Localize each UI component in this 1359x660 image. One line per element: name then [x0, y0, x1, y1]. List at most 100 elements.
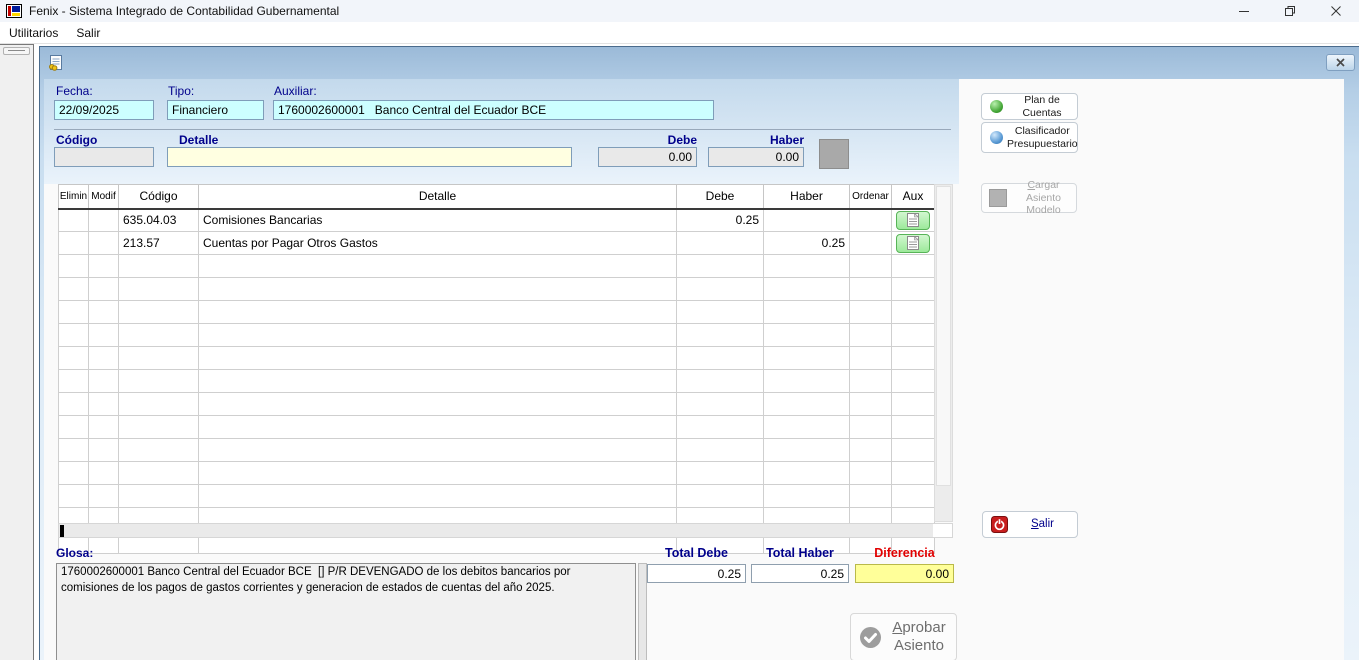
cell-detalle[interactable] — [199, 278, 677, 301]
cell-elimin[interactable] — [59, 485, 89, 508]
cell-debe[interactable] — [677, 416, 764, 439]
cell-ordenar[interactable] — [850, 462, 892, 485]
cell-ordenar[interactable] — [850, 439, 892, 462]
aprobar-asiento-button[interactable]: Aprobar Asiento — [850, 613, 957, 660]
cell-ordenar[interactable] — [850, 278, 892, 301]
add-entry-button[interactable] — [819, 139, 849, 169]
cell-haber[interactable]: 0.25 — [764, 232, 850, 255]
cell-codigo[interactable] — [119, 370, 199, 393]
cell-ordenar[interactable] — [850, 255, 892, 278]
cell-modif[interactable] — [89, 370, 119, 393]
cell-modif[interactable] — [89, 347, 119, 370]
cell-ordenar[interactable] — [850, 485, 892, 508]
header-aux[interactable]: Aux — [892, 185, 935, 209]
cell-haber[interactable] — [764, 347, 850, 370]
cell-modif[interactable] — [89, 324, 119, 347]
cell-haber[interactable] — [764, 439, 850, 462]
cell-codigo[interactable]: 213.57 — [119, 232, 199, 255]
cell-aux[interactable] — [892, 393, 935, 416]
cell-debe[interactable] — [677, 462, 764, 485]
cell-modif[interactable] — [89, 485, 119, 508]
cell-ordenar[interactable] — [850, 324, 892, 347]
header-codigo[interactable]: Código — [119, 185, 199, 209]
cell-ordenar[interactable] — [850, 209, 892, 232]
cell-aux[interactable] — [892, 209, 935, 232]
header-haber[interactable]: Haber — [764, 185, 850, 209]
cell-modif[interactable] — [89, 301, 119, 324]
cell-modif[interactable] — [89, 209, 119, 232]
cell-codigo[interactable] — [119, 462, 199, 485]
close-button[interactable] — [1313, 0, 1359, 22]
cell-detalle[interactable] — [199, 393, 677, 416]
clasificador-presupuestario-button[interactable]: Clasificador Presupuestario — [981, 122, 1078, 153]
cell-detalle[interactable] — [199, 416, 677, 439]
cell-aux[interactable] — [892, 485, 935, 508]
cell-codigo[interactable] — [119, 439, 199, 462]
cell-haber[interactable] — [764, 485, 850, 508]
cell-codigo[interactable] — [119, 301, 199, 324]
cell-elimin[interactable] — [59, 301, 89, 324]
cell-elimin[interactable] — [59, 209, 89, 232]
salir-button[interactable]: Salir — [982, 511, 1078, 538]
menu-utilitarios[interactable]: Utilitarios — [0, 23, 67, 43]
cell-codigo[interactable] — [119, 347, 199, 370]
glosa-splitter[interactable] — [638, 563, 647, 660]
cell-haber[interactable] — [764, 278, 850, 301]
cell-ordenar[interactable] — [850, 301, 892, 324]
inner-window-close-button[interactable] — [1326, 54, 1355, 71]
cell-ordenar[interactable] — [850, 370, 892, 393]
cell-detalle[interactable] — [199, 462, 677, 485]
cell-haber[interactable] — [764, 209, 850, 232]
cell-detalle[interactable] — [199, 347, 677, 370]
cell-detalle[interactable] — [199, 370, 677, 393]
cell-modif[interactable] — [89, 393, 119, 416]
cell-codigo[interactable] — [119, 255, 199, 278]
cell-codigo[interactable] — [119, 485, 199, 508]
cell-debe[interactable] — [677, 393, 764, 416]
cell-codigo[interactable]: 635.04.03 — [119, 209, 199, 232]
cell-elimin[interactable] — [59, 232, 89, 255]
cell-codigo[interactable] — [119, 393, 199, 416]
cell-detalle[interactable] — [199, 301, 677, 324]
aux-button[interactable] — [896, 234, 930, 253]
header-modif[interactable]: Modif — [89, 185, 119, 209]
cell-ordenar[interactable] — [850, 393, 892, 416]
cell-detalle[interactable] — [199, 255, 677, 278]
minimize-button[interactable] — [1221, 0, 1267, 22]
cell-aux[interactable] — [892, 232, 935, 255]
header-debe[interactable]: Debe — [677, 185, 764, 209]
fecha-input[interactable] — [54, 100, 154, 120]
cell-detalle[interactable] — [199, 485, 677, 508]
cell-aux[interactable] — [892, 324, 935, 347]
cell-haber[interactable] — [764, 255, 850, 278]
cell-modif[interactable] — [89, 439, 119, 462]
cell-modif[interactable] — [89, 462, 119, 485]
cell-modif[interactable] — [89, 416, 119, 439]
plan-de-cuentas-button[interactable]: Plan de Cuentas — [981, 93, 1078, 120]
cell-detalle[interactable] — [199, 324, 677, 347]
scrollbar-thumb[interactable] — [936, 186, 951, 486]
header-detalle[interactable]: Detalle — [199, 185, 677, 209]
cell-modif[interactable] — [89, 232, 119, 255]
cell-debe[interactable] — [677, 324, 764, 347]
detalle-input[interactable] — [167, 147, 572, 167]
table-bottom-strip[interactable] — [58, 523, 953, 538]
cell-debe[interactable] — [677, 370, 764, 393]
cell-modif[interactable] — [89, 255, 119, 278]
cell-ordenar[interactable] — [850, 416, 892, 439]
cell-haber[interactable] — [764, 301, 850, 324]
cell-debe[interactable]: 0.25 — [677, 209, 764, 232]
cell-aux[interactable] — [892, 439, 935, 462]
cargar-asiento-modelo-button[interactable]: Cargar Asiento Modelo — [981, 183, 1077, 213]
cell-debe[interactable] — [677, 255, 764, 278]
cell-debe[interactable] — [677, 278, 764, 301]
cell-aux[interactable] — [892, 416, 935, 439]
cell-aux[interactable] — [892, 301, 935, 324]
cell-haber[interactable] — [764, 370, 850, 393]
cell-elimin[interactable] — [59, 416, 89, 439]
cell-codigo[interactable] — [119, 324, 199, 347]
cell-codigo[interactable] — [119, 278, 199, 301]
haber-input[interactable] — [708, 147, 804, 167]
aux-button[interactable] — [896, 211, 930, 230]
tipo-input[interactable] — [167, 100, 264, 120]
